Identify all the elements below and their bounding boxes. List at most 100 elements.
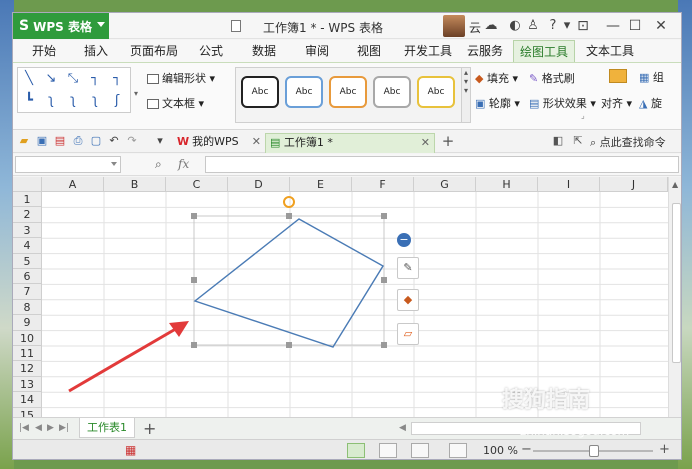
- arrow-shape-icon[interactable]: ↘: [42, 70, 60, 88]
- close-icon[interactable]: ✕: [421, 134, 430, 152]
- align-button[interactable]: 对齐 ▾: [601, 95, 632, 111]
- save-icon[interactable]: ▣: [35, 134, 49, 148]
- tab-workbook[interactable]: ▤ 工作簿1 * ✕: [265, 133, 435, 153]
- curved-arrow-connector-icon[interactable]: ʅ: [64, 92, 82, 110]
- shape-style-gray[interactable]: Abc: [373, 76, 411, 108]
- curved-connector-icon[interactable]: ʅ: [42, 92, 60, 110]
- tab-formulas[interactable]: 公式: [191, 40, 231, 62]
- cloud-account-label[interactable]: 云: [469, 19, 481, 36]
- formula-input[interactable]: [205, 156, 679, 173]
- shape-style-dark[interactable]: Abc: [241, 76, 279, 108]
- tab-insert[interactable]: 插入: [75, 40, 117, 62]
- scrollbar-thumb[interactable]: [672, 203, 681, 363]
- print-icon[interactable]: ⎙: [71, 134, 85, 148]
- shape-gallery: ╲ ↘ ⤡ ┐ ┐ ┗ ʅ ʅ ʅ ʃ: [17, 67, 131, 113]
- macro-icon[interactable]: ▦: [125, 443, 136, 457]
- outline-float-button[interactable]: ▱: [397, 323, 419, 345]
- annotation-arrow-head: [169, 321, 189, 337]
- undo-icon[interactable]: ↶: [107, 134, 121, 148]
- close-button[interactable]: ✕: [651, 16, 671, 36]
- collapse-icon[interactable]: −: [397, 233, 411, 247]
- curved-double-arrow-icon[interactable]: ʅ: [86, 92, 104, 110]
- tab-my-wps[interactable]: W 我的WPS ✕: [173, 133, 265, 153]
- search-command-label: 点此查找命令: [599, 136, 666, 149]
- search-command[interactable]: ⌕ 点此查找命令: [590, 134, 666, 150]
- zoom-out-button[interactable]: −: [521, 442, 532, 457]
- tab-data[interactable]: 数据: [243, 40, 285, 62]
- first-sheet-icon[interactable]: |◀: [19, 423, 29, 433]
- user-avatar[interactable]: [443, 15, 465, 37]
- skin-icon[interactable]: ◐: [507, 18, 523, 34]
- export-pdf-icon[interactable]: ▤: [53, 134, 67, 148]
- close-icon[interactable]: ✕: [252, 133, 261, 151]
- open-folder-icon[interactable]: ▰: [17, 134, 31, 148]
- vertical-scrollbar[interactable]: ▲: [668, 177, 681, 417]
- customize-toolbar-icon[interactable]: ▾: [153, 134, 167, 148]
- expand-icon[interactable]: ⇱: [571, 134, 585, 148]
- next-sheet-icon[interactable]: ▶: [47, 423, 54, 433]
- shape-style-orange[interactable]: Abc: [329, 76, 367, 108]
- edit-shape-button[interactable]: 编辑形状 ▾: [147, 70, 215, 86]
- style-gallery-scroll[interactable]: ▴ ▾ ▾: [461, 67, 471, 123]
- tab-my-wps-label: 我的WPS: [192, 135, 239, 148]
- add-sheet-button[interactable]: +: [143, 419, 156, 438]
- group-icon: ▦: [639, 71, 650, 84]
- shape-style-blue[interactable]: Abc: [285, 76, 323, 108]
- group-button[interactable]: ▦ 组: [639, 69, 664, 85]
- normal-view-icon[interactable]: [347, 443, 365, 458]
- zoom-slider-knob[interactable]: [589, 445, 599, 457]
- zoom-level[interactable]: 100 %: [483, 444, 518, 457]
- new-tab-icon[interactable]: +: [441, 134, 455, 149]
- shape-effects-button[interactable]: ▤ 形状效果 ▾: [529, 95, 596, 111]
- outline-button[interactable]: ▣ 轮廓 ▾: [475, 95, 520, 111]
- tab-text-tools[interactable]: 文本工具: [579, 40, 641, 62]
- tab-review[interactable]: 审阅: [297, 40, 337, 62]
- worksheet-grid[interactable]: A B C D E F G H I J 1 2 3 4 5 6 7 8 9 10…: [13, 177, 668, 417]
- scroll-left-icon[interactable]: ◀: [399, 423, 406, 433]
- fill-button[interactable]: ◆ 填充 ▾: [475, 70, 518, 86]
- tab-start[interactable]: 开始: [23, 40, 65, 62]
- shirt-icon[interactable]: ♙: [525, 18, 541, 34]
- cloud-icon[interactable]: ☁: [483, 18, 499, 34]
- line-shape-icon[interactable]: ╲: [20, 70, 38, 88]
- elbow-connector-icon[interactable]: ┐: [86, 70, 104, 88]
- insert-function-button[interactable]: fx: [178, 157, 189, 171]
- prev-sheet-icon[interactable]: ◀: [35, 423, 42, 433]
- double-arrow-shape-icon[interactable]: ⤡: [64, 70, 82, 88]
- page-break-view-icon[interactable]: [379, 443, 397, 458]
- rotate-button[interactable]: ◮ 旋: [639, 95, 662, 111]
- zoom-icon[interactable]: ⌕: [155, 157, 162, 172]
- eye-protection-icon[interactable]: [449, 443, 467, 458]
- freeform-shape-icon[interactable]: ʃ: [108, 92, 126, 110]
- shape-style-gold[interactable]: Abc: [417, 76, 455, 108]
- chevron-down-icon[interactable]: [111, 162, 117, 166]
- tab-cloud-service[interactable]: 云服务: [461, 40, 509, 62]
- app-menu-button[interactable]: S WPS 表格: [13, 13, 109, 39]
- zoom-in-button[interactable]: +: [659, 442, 670, 457]
- quadrilateral-shape[interactable]: [193, 218, 384, 348]
- tab-drawing-tools[interactable]: 绘图工具: [513, 40, 575, 62]
- edit-shape-float-button[interactable]: ✎: [397, 257, 419, 279]
- elbow-double-arrow-icon[interactable]: ┗: [20, 92, 38, 110]
- tab-view[interactable]: 视图: [349, 40, 389, 62]
- maximize-button[interactable]: ☐: [625, 16, 645, 36]
- format-painter-button[interactable]: ✎ 格式刷: [529, 70, 575, 86]
- tab-developer[interactable]: 开发工具: [399, 40, 457, 62]
- shape-gallery-scroll-icon[interactable]: ▾: [134, 89, 138, 98]
- tab-page-layout[interactable]: 页面布局: [125, 40, 183, 62]
- print-preview-icon[interactable]: ▢: [89, 134, 103, 148]
- dialog-launcher-icon[interactable]: ⌟: [581, 111, 585, 120]
- text-box-button[interactable]: 文本框 ▾: [147, 95, 204, 111]
- scroll-up-icon[interactable]: ▲: [672, 180, 678, 189]
- elbow-arrow-connector-icon[interactable]: ┐: [108, 70, 126, 88]
- restore-ribbon-icon[interactable]: ⊡: [573, 16, 593, 36]
- last-sheet-icon[interactable]: ▶|: [59, 423, 69, 433]
- sheet-tab-1[interactable]: 工作表1: [79, 418, 135, 438]
- name-box[interactable]: [15, 156, 121, 173]
- reading-view-icon[interactable]: [411, 443, 429, 458]
- minimize-button[interactable]: —: [603, 16, 623, 36]
- redo-icon[interactable]: ↷: [125, 134, 139, 148]
- document-switch-icon[interactable]: ◧: [551, 134, 565, 148]
- rotate-handle[interactable]: [283, 196, 295, 208]
- fill-float-button[interactable]: ◆: [397, 289, 419, 311]
